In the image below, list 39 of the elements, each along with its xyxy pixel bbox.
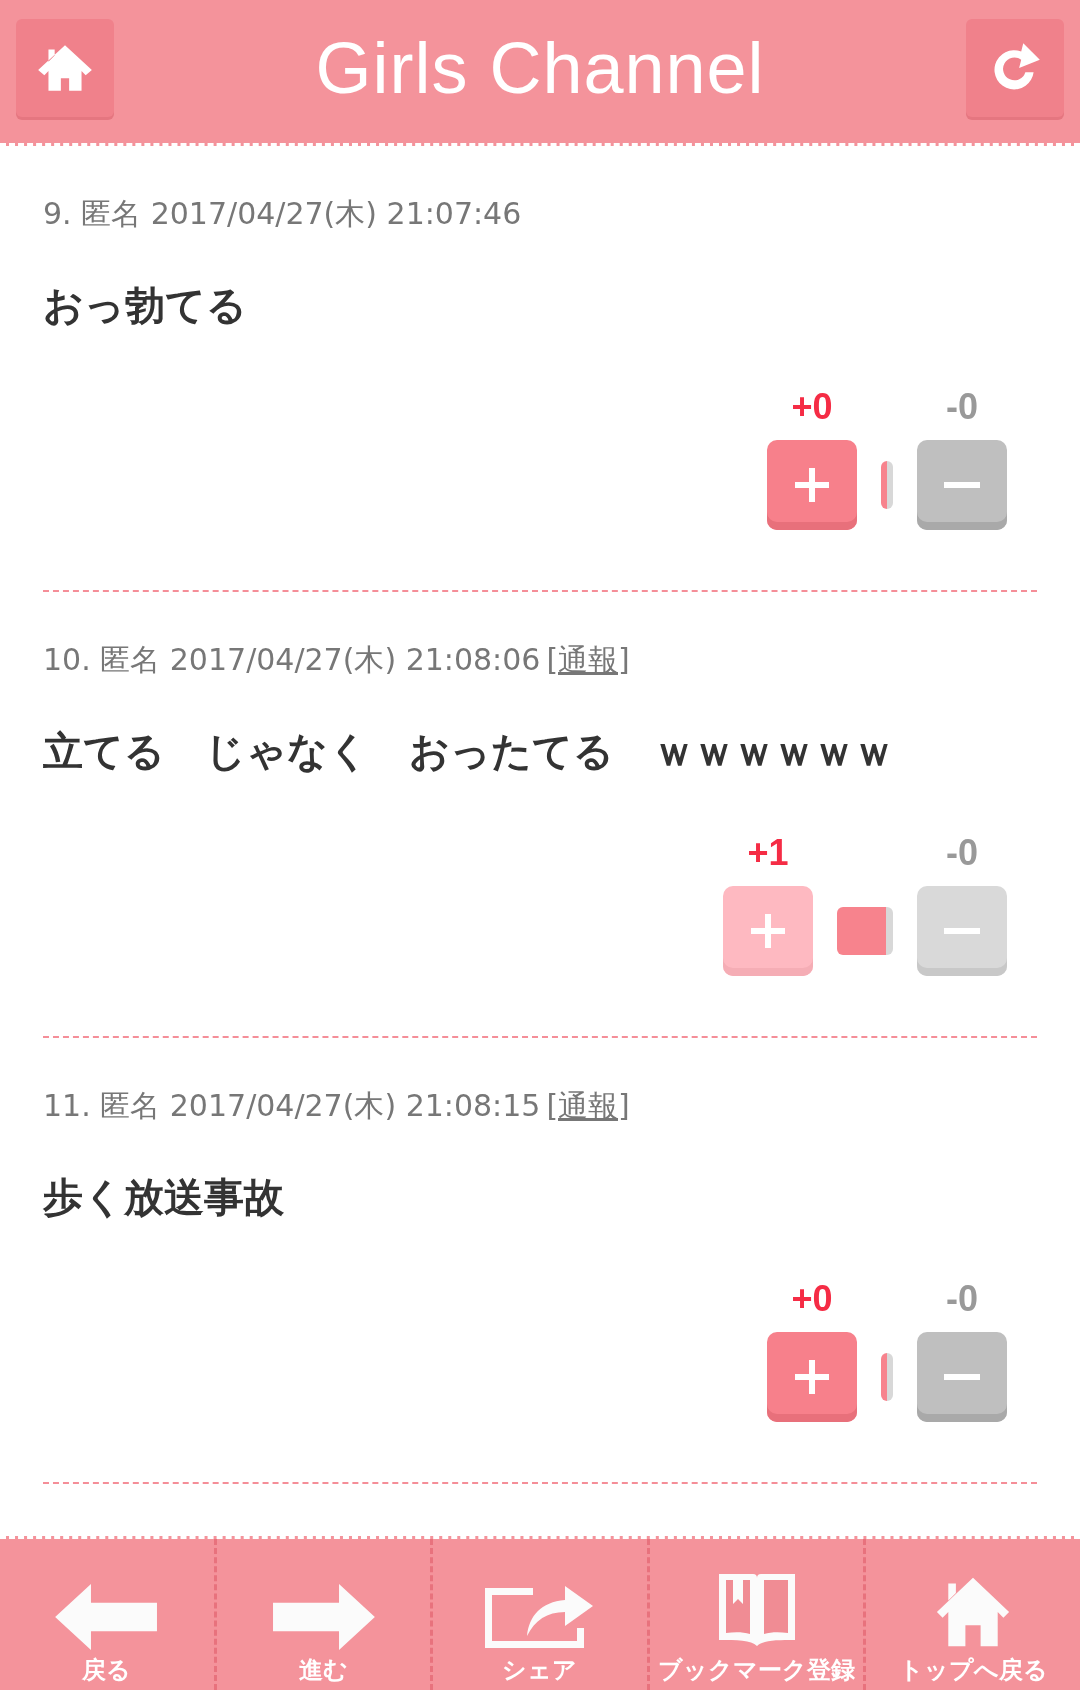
minus-count: -0 xyxy=(946,386,978,428)
vote-meter xyxy=(881,1353,893,1401)
plus-icon xyxy=(748,911,788,951)
toolbar-button[interactable]: 進む xyxy=(213,1539,431,1690)
plus-count: +0 xyxy=(791,1278,833,1320)
minus-button[interactable] xyxy=(917,440,1007,530)
minus-icon xyxy=(942,928,982,934)
toolbar-button[interactable]: 戻る xyxy=(0,1539,214,1690)
plus-icon xyxy=(792,1357,832,1397)
comment-meta: 11. 匿名 2017/04/27(木) 21:08:15 xyxy=(43,1087,541,1125)
minus-count: -0 xyxy=(946,1278,978,1320)
site-title: Girls Channel xyxy=(315,26,765,109)
vote-meter xyxy=(837,907,893,955)
comment-text: 歩く放送事故 xyxy=(43,1173,285,1222)
plus-button[interactable] xyxy=(767,440,857,530)
comment-meta: 10. 匿名 2017/04/27(木) 21:08:06 xyxy=(43,641,541,679)
plus-count: +0 xyxy=(791,386,833,428)
toolbar-button[interactable]: ブックマーク登録 xyxy=(646,1539,864,1690)
plus-icon xyxy=(792,465,832,505)
home-button[interactable] xyxy=(16,18,114,117)
minus-button[interactable] xyxy=(917,886,1007,976)
minus-button[interactable] xyxy=(917,1332,1007,1422)
minus-count: -0 xyxy=(946,832,978,874)
right-arrow-icon xyxy=(270,1584,377,1650)
minus-icon xyxy=(942,482,982,488)
comment-text: おっ勃てる xyxy=(43,281,248,330)
left-arrow-icon xyxy=(53,1584,160,1650)
plus-button[interactable] xyxy=(767,1332,857,1422)
vote-meter xyxy=(881,461,893,509)
reload-button[interactable] xyxy=(966,18,1064,117)
comment-meta: 9. 匿名 2017/04/27(木) 21:07:46 xyxy=(43,195,522,233)
comment-text: 立てる じゃなく おったてる ｗｗｗｗｗｗ xyxy=(43,727,895,776)
report-link[interactable]: [通報] xyxy=(546,1086,630,1127)
minus-icon xyxy=(942,1374,982,1380)
toolbar-button[interactable]: シェア xyxy=(430,1539,647,1690)
toolbar-button[interactable]: トップへ戻る xyxy=(863,1539,1080,1690)
plus-count: +1 xyxy=(747,832,789,874)
plus-button[interactable] xyxy=(723,886,813,976)
report-link[interactable]: [通報] xyxy=(546,640,630,681)
